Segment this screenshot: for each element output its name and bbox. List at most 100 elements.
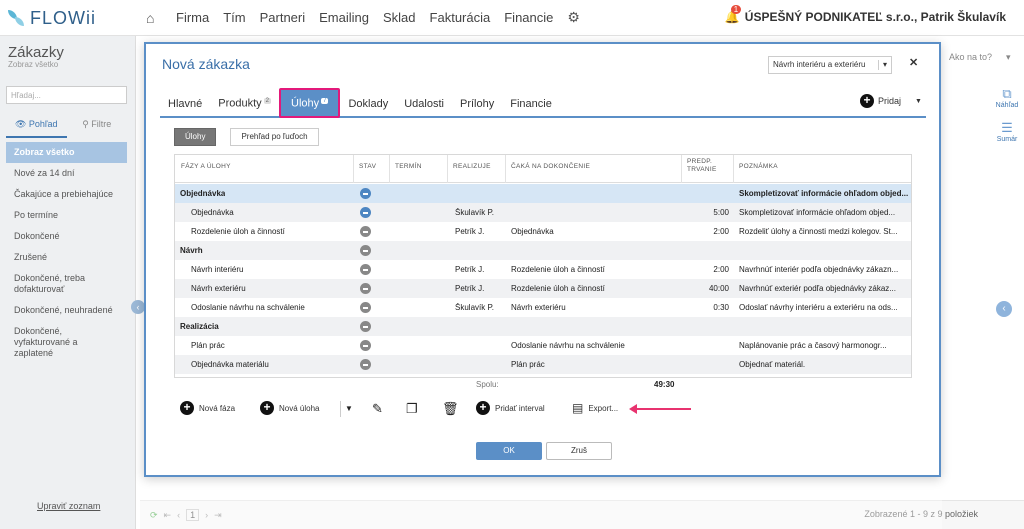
status-icon[interactable] <box>360 226 371 237</box>
nav-item-fakturacia[interactable]: Fakturácia <box>430 10 491 25</box>
status-icon[interactable] <box>360 283 371 294</box>
task-row[interactable]: Rozdelenie úloh a činností Petrík J. Objed… <box>175 222 911 241</box>
sidebar-item-cakajuce[interactable]: Čakajúce a prebiehajúce <box>6 184 127 205</box>
note: Skompletizovať informácie ohľadom objed.… <box>739 189 909 198</box>
sidebar-item-zrusene[interactable]: Zrušené <box>6 247 127 268</box>
status-icon[interactable] <box>360 302 371 313</box>
task-row[interactable]: Plán prác Odoslanie návrhu na schválenie N… <box>175 336 911 355</box>
phase-row[interactable]: Návrh <box>175 241 911 260</box>
tab-udalosti[interactable]: Udalosti <box>396 98 452 116</box>
status-icon[interactable] <box>360 340 371 351</box>
status-icon[interactable] <box>360 321 371 332</box>
sidebar-item-neuhradene[interactable]: Dokončené, neuhradené <box>6 300 127 321</box>
assignee: Petrík J. <box>455 284 485 293</box>
duration: 0:30 <box>713 303 729 312</box>
copy-icon[interactable]: ❐ <box>406 401 418 417</box>
assignee: Škulavík P. <box>455 208 494 217</box>
col-realizuje[interactable]: REALIZUJE <box>453 163 491 171</box>
tab-pohlad[interactable]: 👁 Pohľad <box>6 116 67 138</box>
cancel-button[interactable]: Zruš <box>546 442 612 460</box>
tab-doklady[interactable]: Doklady <box>340 98 396 116</box>
tab-hlavne[interactable]: Hlavné <box>160 98 210 116</box>
trash-icon[interactable]: 🗑 <box>442 401 459 417</box>
gear-icon[interactable]: ⚙ <box>567 9 580 26</box>
nav-item-emailing[interactable]: Emailing <box>319 10 369 25</box>
sidebar-item-po-termine[interactable]: Po termíne <box>6 205 127 226</box>
external-link-icon: ⧉ <box>1002 86 1012 101</box>
new-task-button[interactable]: + Nová úloha <box>260 401 319 415</box>
preview-tool[interactable]: ⧉ Náhľad <box>992 86 1022 109</box>
plus-icon: + <box>180 401 194 415</box>
template-select[interactable]: Návrh interiéru a exteriéru ▾ <box>768 56 892 74</box>
status-icon[interactable] <box>360 188 371 199</box>
nav-item-tim[interactable]: Tím <box>223 10 245 25</box>
csv-file-icon: ▤ <box>572 401 584 415</box>
sidebar-item-zobraz-vsetko[interactable]: Zobraz všetko <box>6 142 127 163</box>
task-row[interactable]: Objednávka materiálu Plán prác Objednať ma… <box>175 355 911 374</box>
sidebar-item-dokoncene[interactable]: Dokončené <box>6 226 127 247</box>
task-name: Plán prác <box>191 341 225 350</box>
sidebar-item-nove[interactable]: Nové za 14 dní <box>6 163 127 184</box>
notification-badge: 1 <box>730 5 742 14</box>
help-dropdown[interactable]: Ako na to? ▾ <box>949 52 1011 63</box>
col-poznamka[interactable]: POZNÁMKA <box>739 163 778 171</box>
edit-icon[interactable]: ✎ <box>372 401 383 417</box>
chevron-left-icon[interactable]: ‹ <box>131 300 145 314</box>
new-order-modal: Nová zákazka Návrh interiéru a exteriéru… <box>144 42 941 477</box>
grid-header: FÁZY A ÚLOHY STAV TERMÍN REALIZUJE ČAKÁ … <box>175 155 911 183</box>
tab-prilohy[interactable]: Prílohy <box>452 98 502 116</box>
tasks-grid: FÁZY A ÚLOHY STAV TERMÍN REALIZUJE ČAKÁ … <box>174 154 912 378</box>
home-icon[interactable]: ⌂ <box>146 11 160 25</box>
new-phase-button[interactable]: + Nová fáza <box>180 401 235 415</box>
task-name: Objednávka <box>191 208 234 217</box>
subview-ludia-button[interactable]: Prehľad po ľuďoch <box>230 128 319 146</box>
plus-icon: + <box>260 401 274 415</box>
chevron-down-icon: ▾ <box>1006 52 1011 62</box>
phase-row[interactable]: Realizácia <box>175 317 911 336</box>
sidebar-item-dofakturovat[interactable]: Dokončené, treba dofakturovať <box>6 268 127 300</box>
task-row[interactable]: Návrh exteriéru Petrík J. Rozdelenie úloh … <box>175 279 911 298</box>
task-row[interactable]: Návrh interiéru Petrík J. Rozdelenie úloh … <box>175 260 911 279</box>
flowii-logo[interactable]: FLOWii <box>8 8 96 29</box>
status-icon[interactable] <box>360 207 371 218</box>
nav-item-firma[interactable]: Firma <box>176 10 209 25</box>
plus-icon: + <box>476 401 490 415</box>
export-button[interactable]: ▤ Export... <box>572 401 618 415</box>
sidebar-search-input[interactable]: Hľadaj... <box>6 86 127 104</box>
company-menu[interactable]: 🔔 1 ÚSPEŠNÝ PODNIKATEĽ s.r.o., Patrik Šku… <box>725 5 1006 24</box>
col-trvanie[interactable]: PREDP. TRVANIE <box>687 158 727 174</box>
summary-tool[interactable]: ☰ Sumár <box>992 120 1022 143</box>
status-icon[interactable] <box>360 359 371 370</box>
chevron-left-icon[interactable]: ‹ <box>996 301 1012 317</box>
note: Naplánovanie prác a časový harmonogr... <box>739 341 887 350</box>
bell-icon[interactable]: 🔔 1 <box>725 5 742 24</box>
edit-list-link[interactable]: Upraviť zoznam <box>37 501 100 511</box>
status-icon[interactable] <box>360 264 371 275</box>
tab-ulohy[interactable]: Úlohy 7 <box>279 88 341 118</box>
tab-financie[interactable]: Financie <box>502 98 560 116</box>
col-fazy[interactable]: FÁZY A ÚLOHY <box>181 163 231 171</box>
close-icon[interactable]: ✕ <box>909 56 918 69</box>
sidebar-item-zaplatene[interactable]: Dokončené, vyfakturované a zaplatené <box>6 321 127 364</box>
task-row[interactable]: Objednávka Škulavík P. 5:00 Skompletizovať … <box>175 203 911 222</box>
task-name: Objednávka materiálu <box>191 360 269 369</box>
col-stav[interactable]: STAV <box>359 163 376 171</box>
ok-button[interactable]: OK <box>476 442 542 460</box>
nav-item-sklad[interactable]: Sklad <box>383 10 416 25</box>
status-icon[interactable] <box>360 245 371 256</box>
tab-produkty[interactable]: Produkty 2 <box>210 95 279 116</box>
task-row[interactable]: Odoslanie návrhu na schválenie Škulavík P… <box>175 298 911 317</box>
col-caka[interactable]: ČAKÁ NA DOKONČENIE <box>511 163 590 171</box>
annotation-arrow <box>629 404 691 414</box>
nav-item-partneri[interactable]: Partneri <box>260 10 306 25</box>
tab-filtre[interactable]: ⚲ Filtre <box>67 116 128 138</box>
new-task-dropdown[interactable]: ▼ <box>340 401 353 417</box>
add-interval-button[interactable]: + Pridať interval <box>476 401 545 415</box>
add-button[interactable]: + Pridaj ▼ <box>860 94 922 108</box>
total-label: Spolu: <box>476 380 499 389</box>
nav-item-financie[interactable]: Financie <box>504 10 553 25</box>
subview-ulohy-button[interactable]: Úlohy <box>174 128 217 146</box>
col-termin[interactable]: TERMÍN <box>395 163 422 171</box>
phase-row[interactable]: Objednávka Skompletizovať informácie ohľa… <box>175 184 911 203</box>
top-navbar: FLOWii ⌂ Firma Tím Partneri Emailing Skl… <box>0 0 1024 36</box>
